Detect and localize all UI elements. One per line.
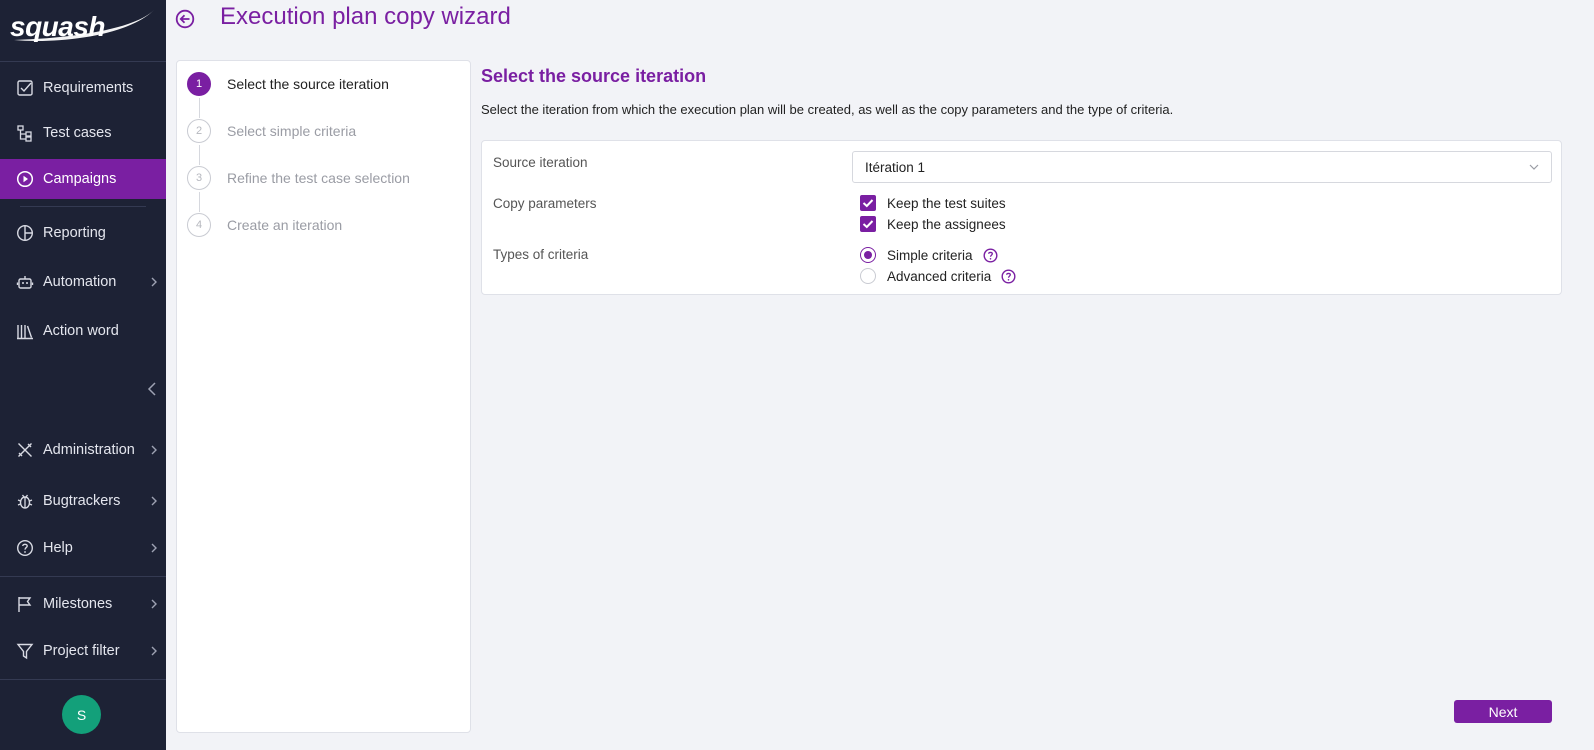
- step-number: 3: [187, 166, 211, 190]
- sidebar-divider: [0, 61, 166, 62]
- question-circle-icon: [16, 539, 34, 557]
- sidebar-item-requirements[interactable]: Requirements: [0, 68, 166, 108]
- sidebar-item-label: Milestones: [43, 596, 113, 612]
- tools-icon: [16, 441, 34, 459]
- radio-selected-icon: [860, 247, 876, 263]
- step-connector: [199, 192, 200, 212]
- sidebar-item-test-cases[interactable]: Test cases: [0, 113, 166, 153]
- radio-label: Advanced criteria: [887, 268, 992, 284]
- sidebar-divider: [0, 679, 166, 680]
- sidebar-item-label: Automation: [43, 274, 117, 290]
- chevron-right-icon: [151, 277, 157, 287]
- sidebar: squash Requirements Test cases Campaigns…: [0, 0, 166, 750]
- flag-icon: [16, 595, 34, 613]
- library-icon: [16, 322, 34, 340]
- simple-criteria-radio[interactable]: Simple criteria: [860, 246, 998, 264]
- sidebar-item-milestones[interactable]: Milestones: [0, 584, 166, 624]
- chevron-right-icon: [151, 599, 157, 609]
- section-description: Select the iteration from which the exec…: [481, 102, 1174, 117]
- source-iteration-label: Source iteration: [493, 155, 588, 170]
- sidebar-item-reporting[interactable]: Reporting: [0, 213, 166, 253]
- sidebar-divider: [20, 206, 146, 207]
- sidebar-item-label: Help: [43, 540, 73, 556]
- help-icon[interactable]: [983, 247, 998, 263]
- sidebar-item-automation[interactable]: Automation: [0, 262, 166, 302]
- keep-test-suites-checkbox[interactable]: Keep the test suites: [860, 194, 1006, 212]
- wizard-step-4: 4 Create an iteration: [187, 212, 342, 238]
- sidebar-item-action-word[interactable]: Action word: [0, 311, 166, 351]
- step-label: Create an iteration: [227, 217, 343, 233]
- sidebar-item-label: Requirements: [43, 80, 134, 96]
- filter-icon: [16, 642, 34, 660]
- collapse-sidebar-icon[interactable]: [146, 381, 158, 397]
- checkbox-icon: [16, 79, 34, 97]
- sidebar-item-label: Campaigns: [43, 171, 117, 187]
- sidebar-item-label: Bugtrackers: [43, 493, 121, 509]
- step-connector: [199, 145, 200, 165]
- wizard-step-1: 1 Select the source iteration: [187, 71, 389, 97]
- checkbox-label: Keep the assignees: [887, 216, 1006, 232]
- advanced-criteria-radio[interactable]: Advanced criteria: [860, 267, 1016, 285]
- checkbox-checked-icon: [860, 216, 876, 232]
- checkbox-checked-icon: [860, 195, 876, 211]
- step-number: 2: [187, 119, 211, 143]
- chevron-right-icon: [151, 646, 157, 656]
- tree-icon: [16, 124, 34, 142]
- sidebar-item-label: Project filter: [43, 643, 120, 659]
- step-label: Refine the test case selection: [227, 170, 410, 186]
- sidebar-item-project-filter[interactable]: Project filter: [0, 631, 166, 671]
- sidebar-item-bugtrackers[interactable]: Bugtrackers: [0, 481, 166, 521]
- wizard-step-3: 3 Refine the test case selection: [187, 165, 410, 191]
- sidebar-item-label: Administration: [43, 442, 135, 458]
- step-label: Select the source iteration: [227, 76, 389, 92]
- keep-assignees-checkbox[interactable]: Keep the assignees: [860, 215, 1006, 233]
- types-of-criteria-label: Types of criteria: [493, 247, 589, 262]
- chevron-down-icon: [1529, 164, 1539, 170]
- sidebar-item-label: Test cases: [43, 125, 112, 141]
- play-circle-icon: [16, 170, 34, 188]
- chevron-right-icon: [151, 543, 157, 553]
- step-number: 1: [187, 72, 211, 96]
- robot-icon: [16, 273, 34, 291]
- page-title: Execution plan copy wizard: [220, 3, 511, 30]
- pie-chart-icon: [16, 224, 34, 242]
- chevron-right-icon: [151, 445, 157, 455]
- radio-unselected-icon: [860, 268, 876, 284]
- sidebar-item-label: Reporting: [43, 225, 106, 241]
- bug-icon: [16, 492, 34, 510]
- chevron-right-icon: [151, 496, 157, 506]
- wizard-step-2: 2 Select simple criteria: [187, 118, 356, 144]
- back-arrow-icon[interactable]: [175, 9, 195, 29]
- radio-label: Simple criteria: [887, 247, 973, 263]
- sidebar-divider: [0, 576, 166, 577]
- step-connector: [199, 98, 200, 118]
- user-avatar[interactable]: S: [62, 695, 101, 734]
- squash-logo[interactable]: squash: [8, 6, 158, 46]
- logo-text: squash: [10, 11, 106, 42]
- source-form-card: Source iteration Itération 1 Copy parame…: [481, 140, 1562, 295]
- sidebar-item-help[interactable]: Help: [0, 528, 166, 568]
- section-title: Select the source iteration: [481, 66, 707, 86]
- step-number: 4: [187, 213, 211, 237]
- copy-parameters-label: Copy parameters: [493, 196, 597, 211]
- help-icon[interactable]: [1001, 268, 1016, 284]
- checkbox-label: Keep the test suites: [887, 195, 1006, 211]
- step-label: Select simple criteria: [227, 123, 357, 139]
- source-iteration-select[interactable]: Itération 1: [852, 151, 1552, 183]
- select-value: Itération 1: [865, 160, 926, 175]
- sidebar-item-label: Action word: [43, 323, 119, 339]
- sidebar-item-administration[interactable]: Administration: [0, 430, 166, 470]
- next-button[interactable]: Next: [1454, 700, 1552, 723]
- wizard-steps-panel: 1 Select the source iteration 2 Select s…: [176, 60, 471, 733]
- sidebar-item-campaigns[interactable]: Campaigns: [0, 159, 166, 199]
